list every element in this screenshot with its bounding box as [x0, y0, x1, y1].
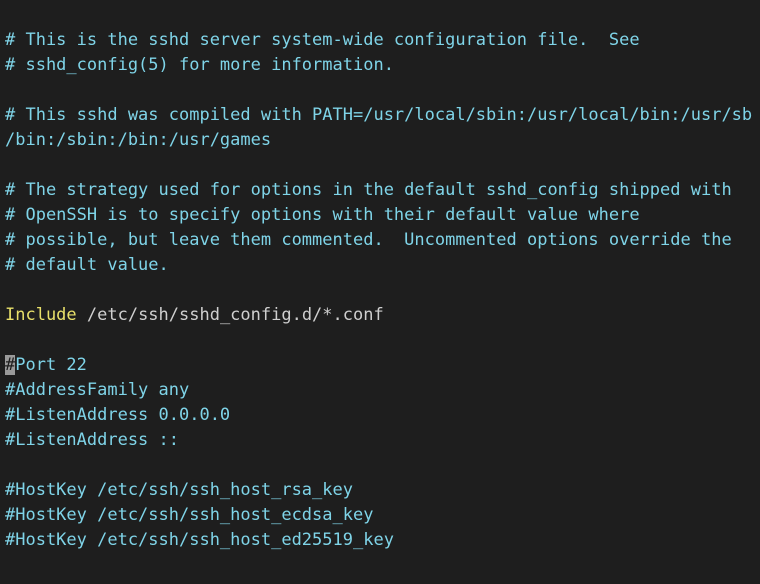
config-line: [5, 278, 752, 303]
config-line: [5, 153, 752, 178]
port-line: #Port 22: [5, 353, 752, 378]
config-line: #ListenAddress 0.0.0.0: [5, 405, 231, 425]
terminal-window[interactable]: # This is the sshd server system-wide co…: [0, 0, 760, 584]
config-line: # sshd_config(5) for more information.: [5, 55, 394, 75]
include-path: /etc/ssh/sshd_config.d/*.conf: [76, 305, 384, 325]
config-line: # possible, but leave them commented. Un…: [5, 230, 732, 250]
config-line: #HostKey /etc/ssh/ssh_host_ed25519_key: [5, 530, 394, 550]
config-line: #HostKey /etc/ssh/ssh_host_ecdsa_key: [5, 505, 374, 525]
config-line: /bin:/sbin:/bin:/usr/games: [5, 130, 272, 150]
include-line: Include /etc/ssh/sshd_config.d/*.conf: [5, 303, 752, 328]
config-line: # This sshd was compiled with PATH=/usr/…: [5, 105, 753, 125]
config-line: #HostKey /etc/ssh/ssh_host_rsa_key: [5, 480, 353, 500]
editor-buffer[interactable]: # This is the sshd server system-wide co…: [5, 28, 752, 553]
config-line: #ListenAddress ::: [5, 430, 179, 450]
config-line: # This is the sshd server system-wide co…: [5, 30, 640, 50]
text-cursor[interactable]: #: [5, 355, 16, 375]
config-line: [5, 78, 752, 103]
config-line: [5, 453, 752, 478]
config-line: [5, 328, 752, 353]
config-line: # OpenSSH is to specify options with the…: [5, 205, 640, 225]
config-line: #AddressFamily any: [5, 380, 190, 400]
include-keyword: Include: [5, 305, 77, 325]
port-setting: Port 22: [15, 355, 87, 375]
config-line: # default value.: [5, 255, 169, 275]
config-line: # The strategy used for options in the d…: [5, 180, 732, 200]
